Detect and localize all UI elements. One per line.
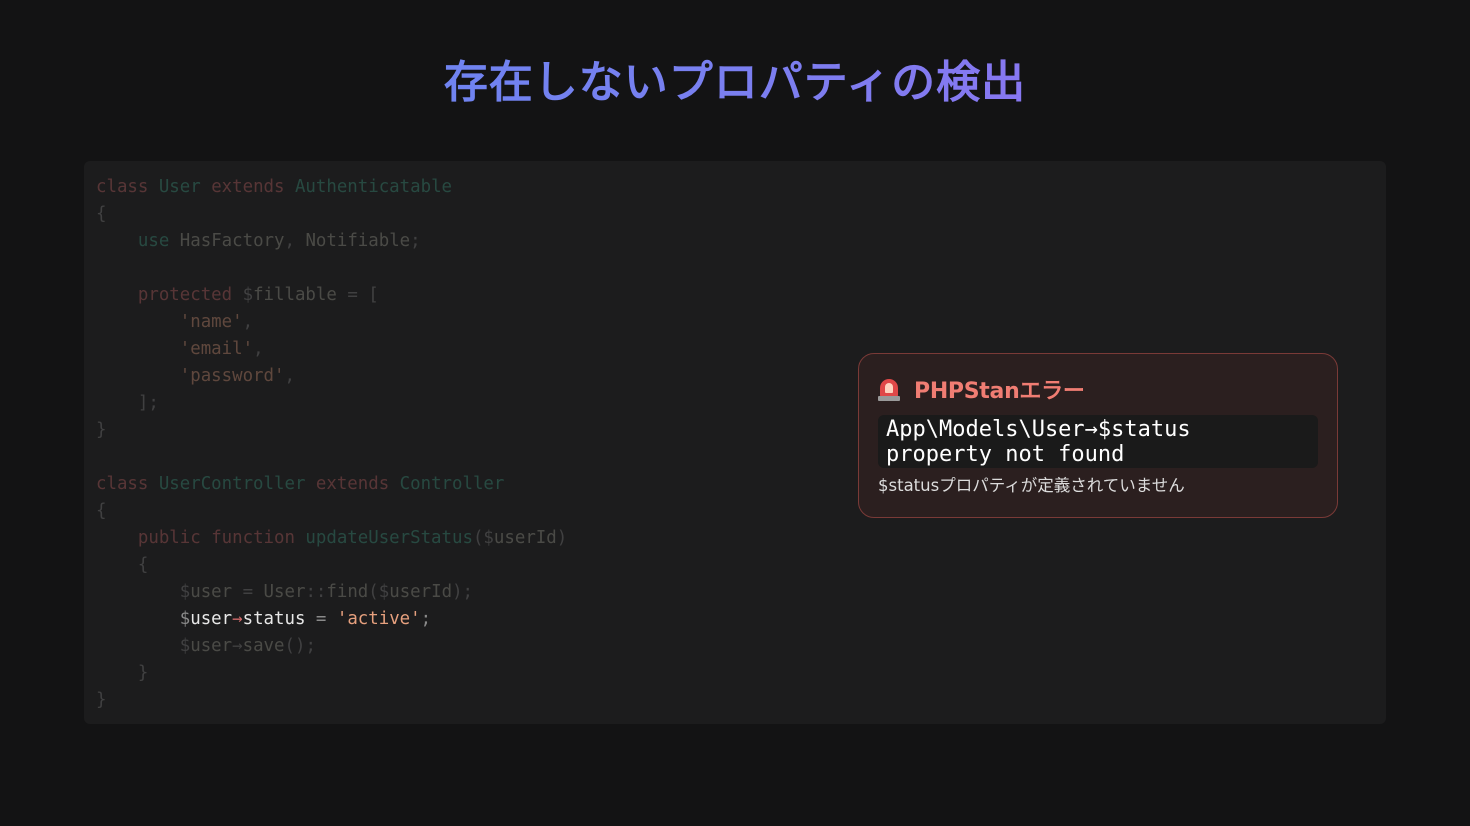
code-token: UserController [158, 474, 316, 494]
code-token: $ [242, 285, 254, 305]
code-line: 'email', [96, 336, 567, 363]
code-token: User [263, 582, 306, 602]
code-token: userId [493, 528, 557, 548]
code-token: save [242, 636, 285, 656]
code-token: { [96, 501, 107, 521]
code-token: $ [96, 582, 191, 602]
code-token: } [96, 663, 149, 683]
phpstan-error-card: PHPStanエラー App\Models\User→$status prope… [858, 353, 1338, 518]
code-token: 'name' [179, 312, 243, 332]
code-token: class [96, 474, 159, 494]
code-token: = [315, 609, 337, 629]
code-token: ; [410, 231, 421, 251]
code-line: protected $fillable = [ [96, 282, 567, 309]
code-token: , [242, 312, 254, 332]
code-token: public [137, 528, 212, 548]
code-token: ); [452, 582, 474, 602]
code-line: $user→save(); [96, 633, 567, 660]
code-line: { [96, 498, 567, 525]
code-token: user [190, 609, 233, 629]
code-token: (); [284, 636, 316, 656]
error-message: App\Models\User→$status property not fou… [886, 417, 1191, 467]
code-block: class User extends Authenticatable { use … [96, 174, 567, 714]
error-description: $statusプロパティが定義されていません [878, 476, 1185, 495]
code-token: Controller [399, 474, 505, 494]
code-line: class UserController extends Controller [96, 471, 567, 498]
code-token: } [96, 690, 107, 710]
code-token: 'active' [336, 609, 421, 629]
code-line: 'password', [96, 363, 567, 390]
code-token: fillable [253, 285, 348, 305]
code-line: public function updateUserStatus($userId… [96, 525, 567, 552]
code-line: class User extends Authenticatable [96, 174, 567, 201]
code-line: 'name', [96, 309, 567, 336]
code-token: status [242, 609, 316, 629]
code-token: User [158, 177, 212, 197]
code-token: user [190, 582, 243, 602]
slide-title: 存在しないプロパティの検出 [0, 52, 1470, 114]
code-token: } [96, 420, 107, 440]
code-token: HasFactory [179, 231, 285, 251]
error-code-box: App\Models\User→$status property not fou… [878, 415, 1318, 468]
code-token: { [96, 555, 149, 575]
code-token: :: [305, 582, 327, 602]
code-line: } [96, 417, 567, 444]
rotating-light-icon [878, 376, 900, 402]
code-token: 'password' [179, 366, 285, 386]
code-token: ) [556, 528, 568, 548]
code-line: use HasFactory, Notifiable; [96, 228, 567, 255]
code-token: ; [420, 609, 432, 629]
code-token: user [190, 636, 233, 656]
code-token: , [284, 366, 295, 386]
code-line: } [96, 687, 567, 714]
code-token: 'email' [179, 339, 254, 359]
code-line-highlighted: $user→status = 'active'; [96, 606, 567, 633]
error-title: PHPStanエラー [914, 379, 1085, 404]
code-token: → [232, 609, 243, 629]
code-line: { [96, 201, 567, 228]
code-token: , [284, 231, 306, 251]
code-token: $ [96, 636, 191, 656]
code-token: { [96, 204, 107, 224]
code-token: protected [137, 285, 243, 305]
code-token: extends [211, 177, 295, 197]
code-line: { [96, 552, 567, 579]
code-token: function [211, 528, 306, 548]
code-token: → [232, 636, 243, 656]
code-token: ($ [368, 582, 390, 602]
code-line: $user = User::find($userId); [96, 579, 567, 606]
code-token: userId [389, 582, 453, 602]
code-token: updateUserStatus [305, 528, 473, 548]
code-token: use [137, 231, 180, 251]
code-token: = [ [347, 285, 379, 305]
code-token: find [326, 582, 369, 602]
code-token: extends [315, 474, 400, 494]
code-token: , [253, 339, 264, 359]
code-line: ]; [96, 390, 567, 417]
code-token: ($ [472, 528, 494, 548]
code-token: class [96, 177, 159, 197]
code-line: } [96, 660, 567, 687]
code-token: Notifiable [305, 231, 411, 251]
code-token: $ [96, 609, 191, 629]
error-header: PHPStanエラー [878, 374, 1085, 404]
code-token: = [242, 582, 264, 602]
code-token: ]; [96, 393, 159, 413]
code-token: Authenticatable [294, 177, 453, 197]
